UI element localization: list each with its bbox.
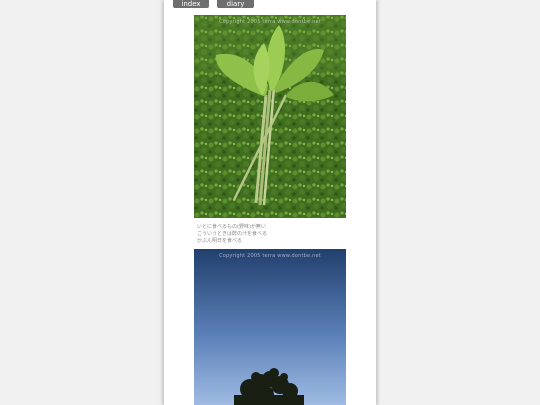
plant-photo: Copyright 2005 terra www.dontbe.net	[194, 15, 346, 218]
photo-watermark: Copyright 2005 terra www.dontbe.net	[219, 19, 321, 25]
caption-line: こういうときは酢の汁を食べる	[197, 231, 268, 237]
photo-caption: いとに食べるもの(野味)が無い こういうときは酢の汁を食べる かぶん明日を食べる	[197, 224, 347, 245]
sky-photo: Copyright 2005 terra www.dontbe.net	[194, 249, 346, 405]
index-button[interactable]: index	[173, 0, 209, 8]
diary-index-button[interactable]: diary index	[217, 0, 254, 16]
photo-watermark: Copyright 2005 terra www.dontbe.net	[219, 253, 321, 259]
caption-line: いとに食べるもの(野味)が無い	[197, 224, 266, 230]
caption-line: かぶん明日を食べる	[197, 238, 243, 244]
